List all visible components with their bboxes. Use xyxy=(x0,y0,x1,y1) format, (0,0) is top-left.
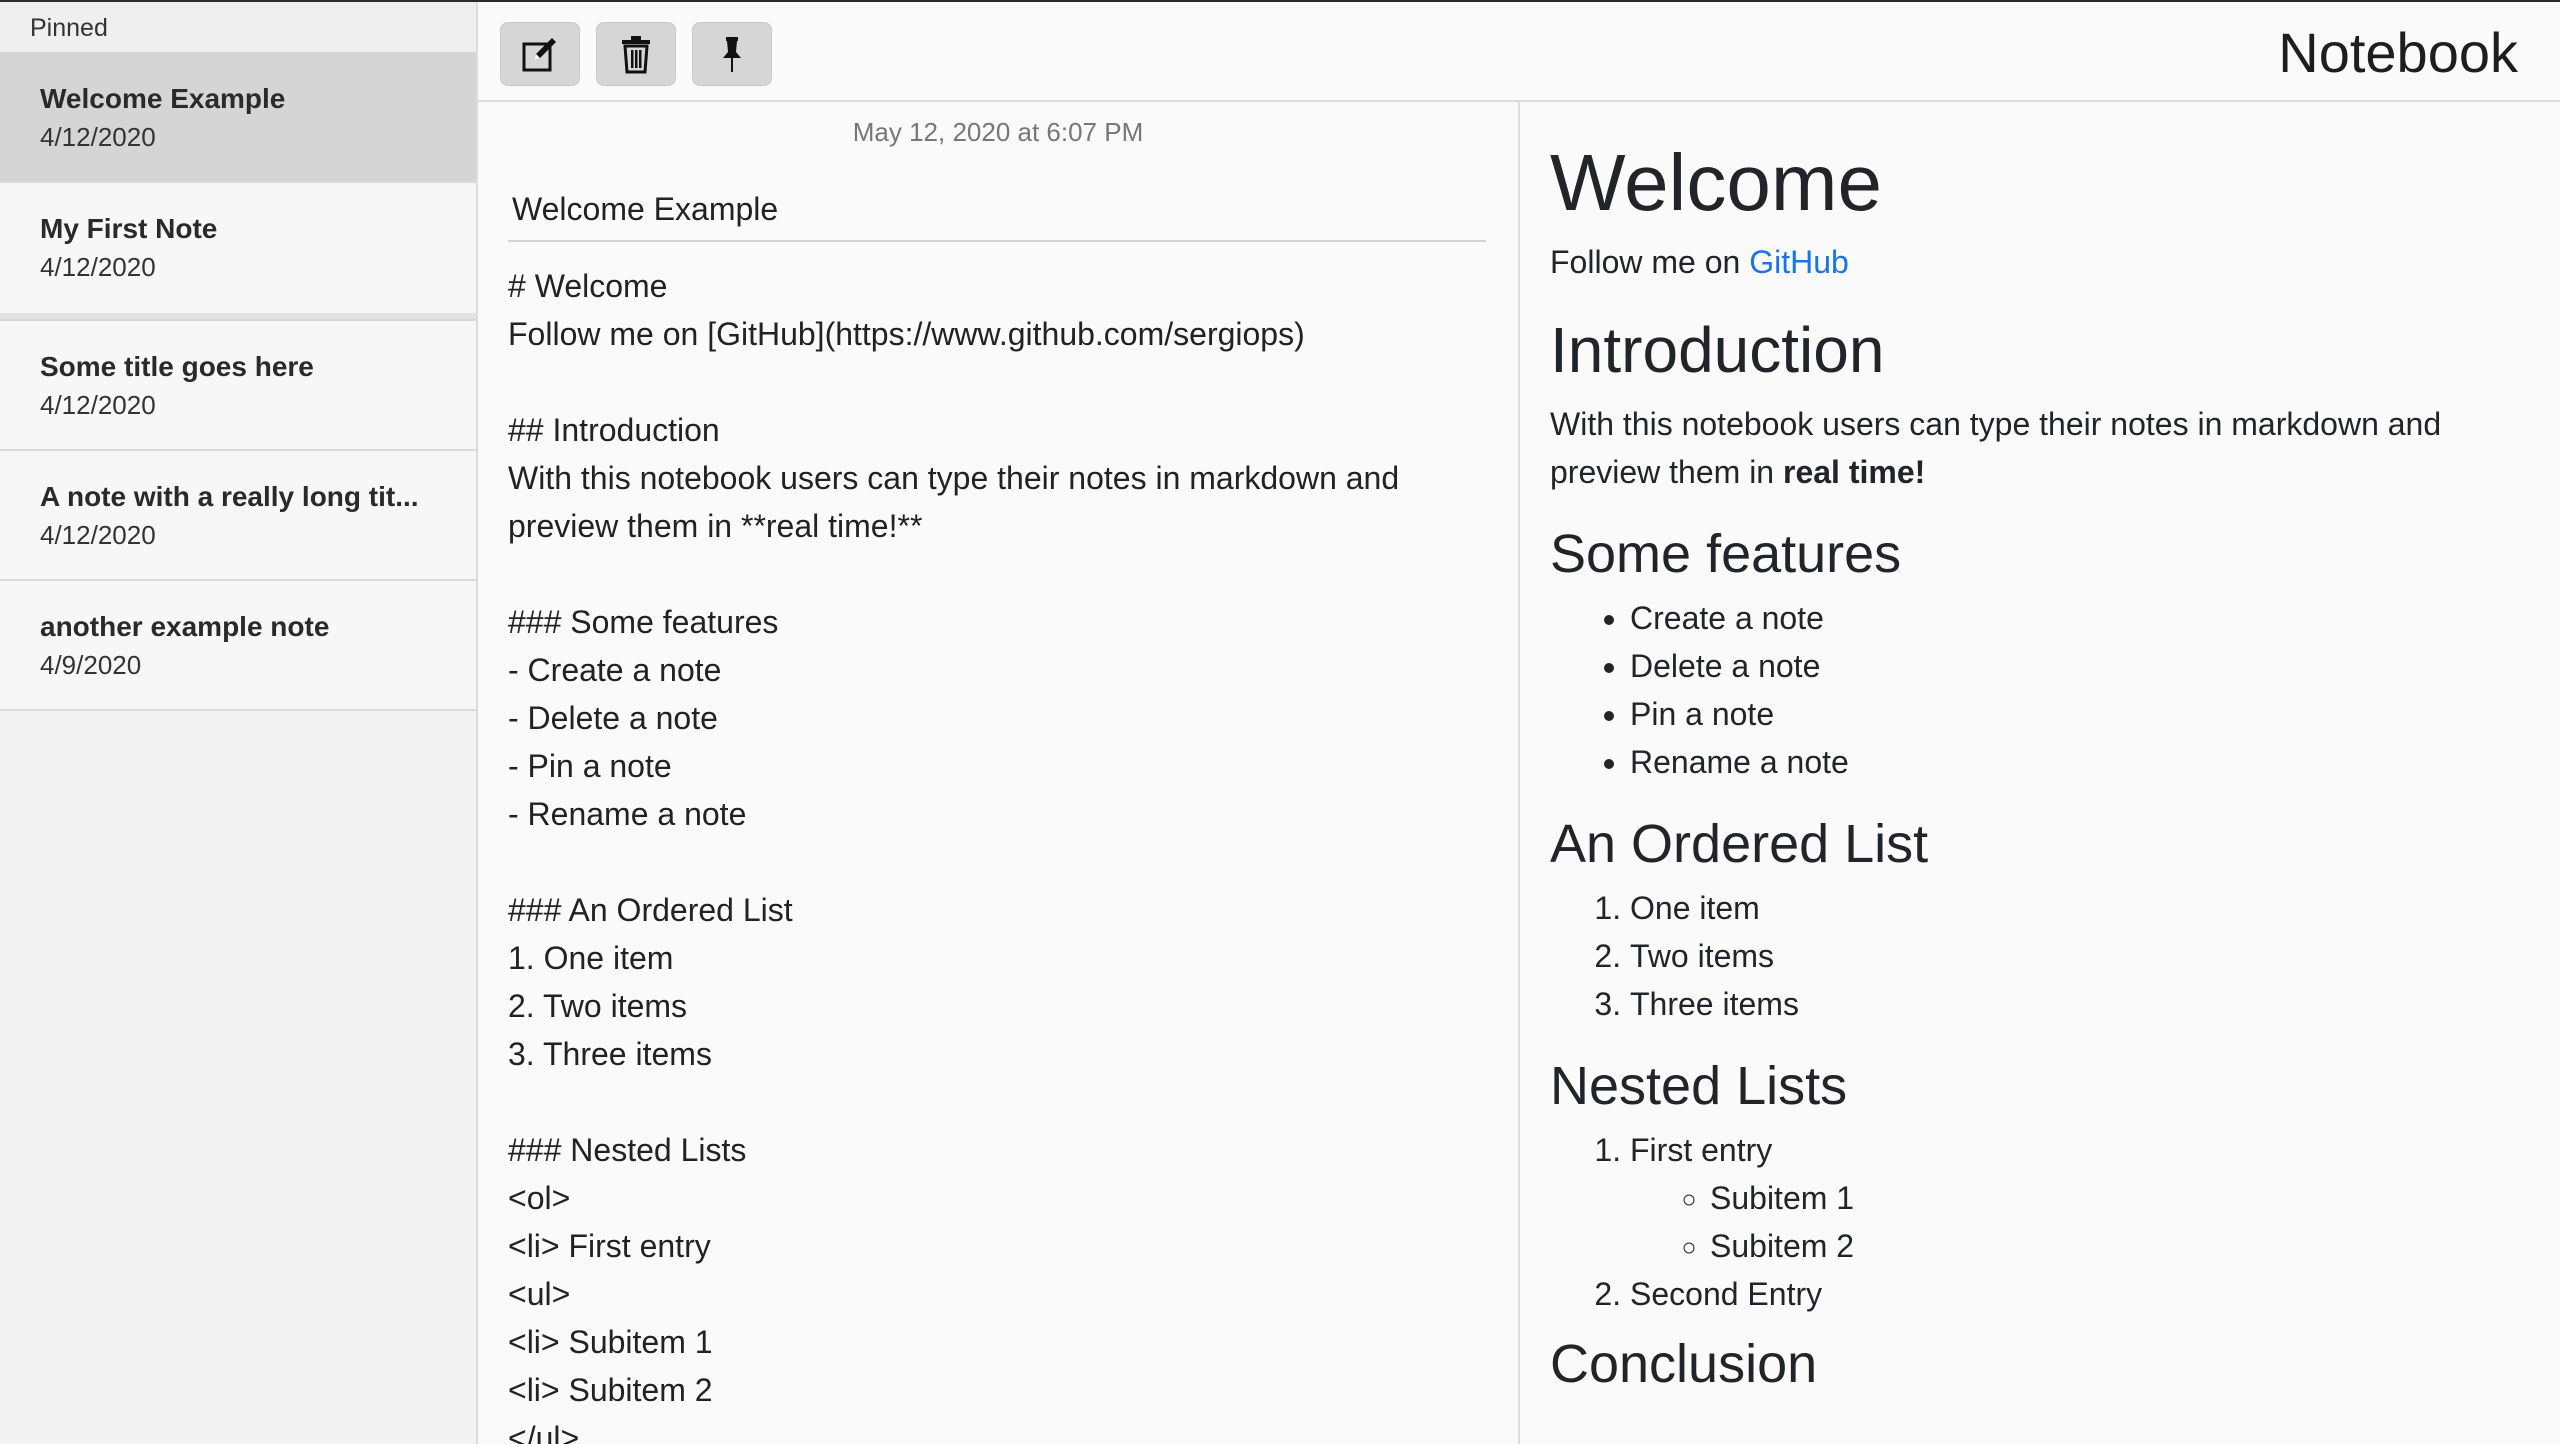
note-date: 4/12/2020 xyxy=(40,122,156,152)
note-date: 4/12/2020 xyxy=(40,390,156,420)
markdown-textarea[interactable]: # Welcome Follow me on [GitHub](https://… xyxy=(508,262,1498,1444)
notebook-app: Pinned Welcome Example 4/12/2020 My Firs… xyxy=(0,0,2560,1444)
list-item: Subitem 2 xyxy=(1710,1222,2530,1270)
preview-intro-paragraph: With this notebook users can type their … xyxy=(1550,400,2530,496)
list-item: Rename a note xyxy=(1630,738,2530,786)
note-list-item[interactable]: My First Note 4/12/2020 xyxy=(0,183,476,313)
preview-follow-line: Follow me on GitHub xyxy=(1550,238,2530,286)
list-item: One item xyxy=(1630,884,2530,932)
markdown-preview: Welcome Follow me on GitHub Introduction… xyxy=(1520,102,2560,1444)
note-title: another example note xyxy=(40,611,330,642)
delete-note-button[interactable] xyxy=(596,22,676,86)
list-item: Two items xyxy=(1630,932,2530,980)
list-item: Subitem 1 xyxy=(1710,1174,2530,1222)
markdown-editor: May 12, 2020 at 6:07 PM # Welcome Follow… xyxy=(478,102,1520,1444)
ordered-list: One item Two items Three items xyxy=(1550,884,2530,1028)
github-link[interactable]: GitHub xyxy=(1749,244,1849,280)
list-item: First entry Subitem 1 Subitem 2 xyxy=(1630,1126,2530,1270)
preview-heading-ordered-list: An Ordered List xyxy=(1550,814,1929,874)
note-date: 4/12/2020 xyxy=(40,252,156,282)
list-item: Pin a note xyxy=(1630,690,2530,738)
preview-heading-conclusion: Conclusion xyxy=(1550,1334,1818,1394)
list-item: Three items xyxy=(1630,980,2530,1028)
note-title: Welcome Example xyxy=(40,83,286,114)
pinned-section-header: Pinned xyxy=(0,2,476,53)
pin-icon xyxy=(723,37,741,72)
nested-list: First entry Subitem 1 Subitem 2 Second E… xyxy=(1550,1126,2530,1318)
features-list: Create a note Delete a note Pin a note R… xyxy=(1550,594,2530,786)
note-list-item[interactable]: A note with a really long tit... 4/12/20… xyxy=(0,451,476,581)
preview-heading-introduction: Introduction xyxy=(1550,314,1885,386)
list-item: Second Entry xyxy=(1630,1270,2530,1318)
preview-heading-welcome: Welcome xyxy=(1550,138,1882,227)
note-timestamp: May 12, 2020 at 6:07 PM xyxy=(852,117,1144,147)
note-title-input[interactable] xyxy=(508,178,1486,242)
note-list-item[interactable]: Welcome Example 4/12/2020 xyxy=(0,53,476,183)
pinned-separator xyxy=(0,313,476,321)
list-item: Create a note xyxy=(1630,594,2530,642)
note-title: A note with a really long tit... xyxy=(40,481,419,512)
list-item: Delete a note xyxy=(1630,642,2530,690)
preview-heading-nested-lists: Nested Lists xyxy=(1550,1056,1848,1116)
preview-heading-features: Some features xyxy=(1550,524,1902,584)
intro-text: With this notebook users can type their … xyxy=(1550,406,2442,490)
app-title: Notebook xyxy=(2278,21,2518,84)
follow-text: Follow me on xyxy=(1550,244,1750,280)
nested-sublist: Subitem 1 Subitem 2 xyxy=(1630,1174,2530,1270)
pin-note-button[interactable] xyxy=(692,22,772,86)
notes-sidebar: Pinned Welcome Example 4/12/2020 My Firs… xyxy=(0,2,478,1444)
toolbar: Notebook xyxy=(478,2,2560,102)
edit-icon xyxy=(522,38,556,72)
note-title: My First Note xyxy=(40,213,218,244)
trash-icon xyxy=(622,36,650,74)
note-list-item[interactable]: another example note 4/9/2020 xyxy=(0,581,476,711)
new-note-button[interactable] xyxy=(500,22,580,86)
nested-first-entry: First entry xyxy=(1630,1132,1773,1168)
note-list-item[interactable]: Some title goes here 4/12/2020 xyxy=(0,321,476,451)
note-title: Some title goes here xyxy=(40,351,314,382)
note-date: 4/9/2020 xyxy=(40,650,142,680)
note-date: 4/12/2020 xyxy=(40,520,156,550)
intro-bold: real time! xyxy=(1782,454,1926,490)
